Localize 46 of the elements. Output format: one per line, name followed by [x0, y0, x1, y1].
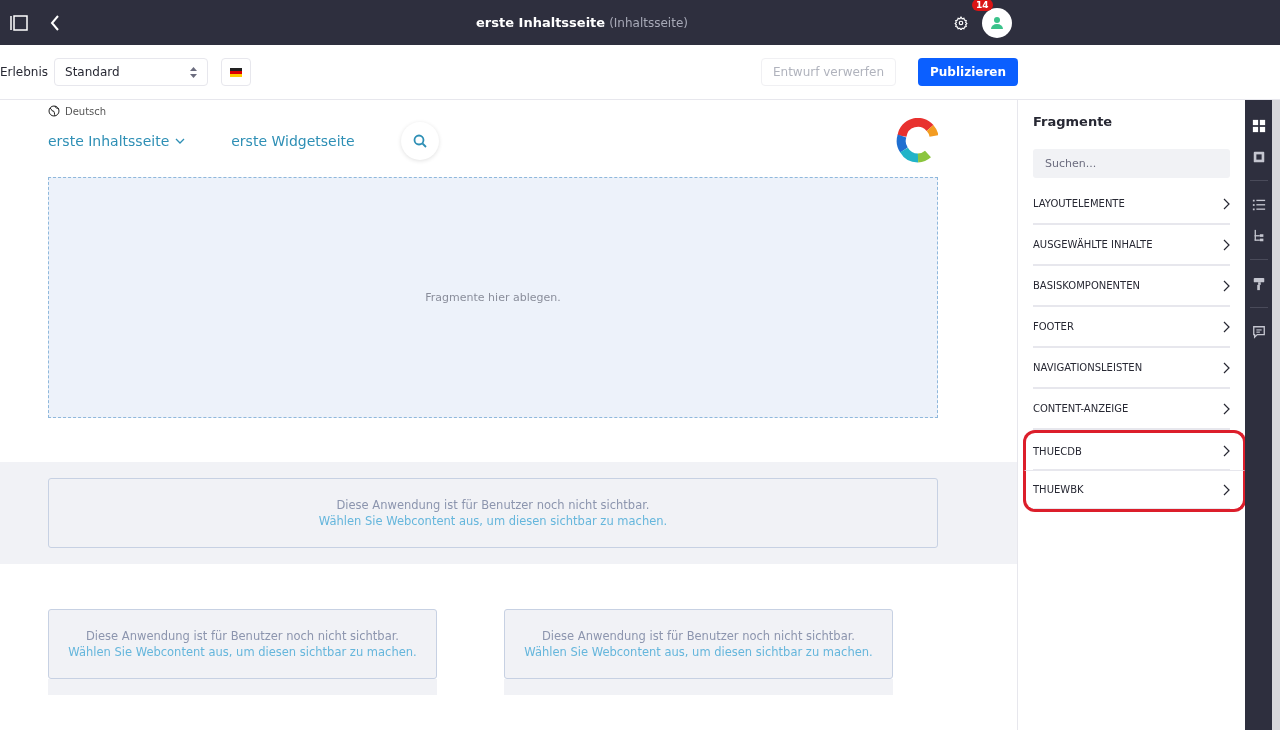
category-item[interactable]: LAYOUTELEMENTE [1033, 184, 1230, 225]
flag-icon [230, 67, 243, 77]
globe-icon [48, 105, 60, 117]
chevron-right-icon [1223, 445, 1230, 457]
user-icon [990, 15, 1004, 30]
notice-text: Diese Anwendung ist für Benutzer noch nicht sichtbar. [541, 629, 856, 643]
notification-badge: 14 [972, 0, 993, 11]
page-type: (Inhaltsseite) [609, 16, 688, 30]
category-item[interactable]: FOOTER [1033, 307, 1230, 348]
chevron-right-icon [1223, 402, 1230, 415]
category-item[interactable]: BASISKOMPONENTEN [1033, 266, 1230, 307]
language-button[interactable] [221, 58, 252, 86]
experience-label: Erlebnis [0, 65, 49, 79]
widget-icon [1251, 149, 1266, 164]
experience-select[interactable]: Standard [54, 58, 209, 86]
fragment-dropzone: Fragmente hier ablegen. [48, 177, 938, 418]
chevron-right-icon [1223, 483, 1230, 496]
sort-icon [190, 66, 198, 78]
sidebar-toggle-icon[interactable] [10, 14, 28, 31]
nav-link[interactable]: erste Inhaltsseite [48, 133, 186, 149]
search-button[interactable] [400, 122, 439, 160]
nav-link[interactable]: erste Widgetseite [231, 133, 355, 149]
settings-icon[interactable] [954, 15, 968, 30]
search-icon [412, 134, 427, 148]
category-item[interactable]: AUSGEWÄHLTE INHALTE [1033, 225, 1230, 266]
chevron-right-icon [1223, 361, 1230, 374]
chevron-right-icon [1223, 238, 1230, 251]
publish-button[interactable]: Publizieren [918, 58, 1018, 86]
language-label: Deutsch [65, 105, 107, 117]
back-icon[interactable] [50, 14, 60, 31]
list-icon [1251, 197, 1266, 212]
grid-icon [1251, 118, 1266, 133]
panel-title: Fragmente [1033, 114, 1113, 129]
category-item[interactable]: NAVIGATIONSLEISTEN [1033, 348, 1230, 389]
paint-roller-icon [1251, 276, 1266, 291]
category-item[interactable]: CONTENT-ANZEIGE [1033, 389, 1230, 430]
search-field[interactable]: Suchen... [1033, 149, 1230, 178]
comment-icon [1251, 324, 1266, 339]
chevron-right-icon [1223, 197, 1230, 210]
notice-text: Diese Anwendung ist für Benutzer noch nicht sichtbar. [85, 629, 400, 643]
page-title: erste Inhaltsseite [476, 15, 606, 30]
user-avatar[interactable] [982, 7, 1012, 38]
chevron-right-icon [1223, 320, 1230, 333]
notice-text: Diese Anwendung ist für Benutzer noch nicht sichtbar. [336, 498, 650, 512]
chevron-right-icon [1223, 279, 1230, 292]
logo-icon [896, 118, 938, 164]
